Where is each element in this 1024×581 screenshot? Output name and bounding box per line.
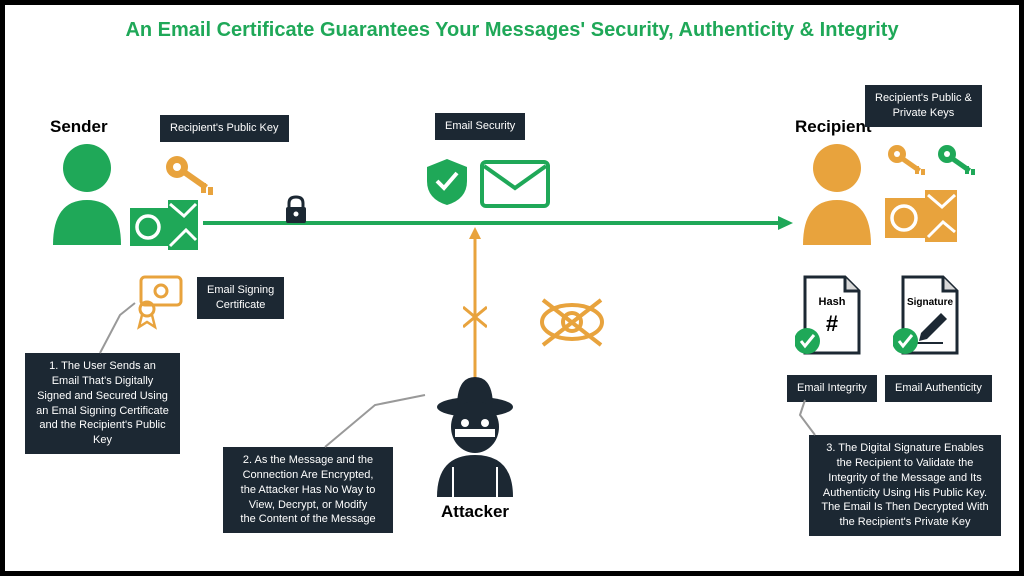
- connector-lines: [5, 5, 1024, 581]
